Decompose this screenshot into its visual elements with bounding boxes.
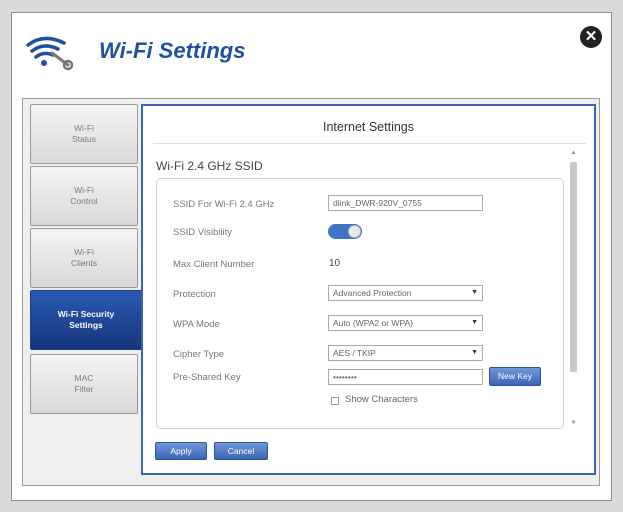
protection-select[interactable]: Advanced Protection ▼ <box>328 285 483 301</box>
sidebar-item-wifi-security-settings[interactable]: Wi-Fi Security Settings <box>30 290 142 350</box>
sidebar-item-wifi-status[interactable]: Wi-Fi Status <box>30 104 138 164</box>
section-title: Wi-Fi 2.4 GHz SSID <box>156 159 263 173</box>
max-client-label: Max Client Number <box>173 259 255 270</box>
cipher-type-label: Cipher Type <box>173 349 225 360</box>
ssid-visibility-toggle[interactable] <box>328 224 362 239</box>
wpa-mode-value: Auto (WPA2 or WPA) <box>333 318 413 328</box>
show-characters-label: Show Characters <box>345 394 418 405</box>
ssid-visibility-label: SSID Visibility <box>173 227 232 238</box>
close-icon[interactable]: ✕ <box>580 26 602 48</box>
protection-label: Protection <box>173 289 216 300</box>
apply-button[interactable]: Apply <box>155 442 207 460</box>
scroll-thumb[interactable] <box>570 162 577 372</box>
pre-shared-key-label: Pre-Shared Key <box>173 372 241 383</box>
sidebar-item-wifi-control[interactable]: Wi-Fi Control <box>30 166 138 226</box>
wpa-mode-label: WPA Mode <box>173 319 220 330</box>
ssid-label: SSID For Wi-Fi 2.4 GHz <box>173 199 275 210</box>
show-characters-checkbox[interactable] <box>331 397 339 405</box>
protection-value: Advanced Protection <box>333 288 412 298</box>
chevron-down-icon: ▼ <box>471 289 478 296</box>
security-settings-panel: Internet Settings Wi-Fi 2.4 GHz SSID ▲ ▼… <box>141 104 596 475</box>
sidebar-item-wifi-clients[interactable]: Wi-Fi Clients <box>30 228 138 288</box>
cancel-button[interactable]: Cancel <box>214 442 268 460</box>
new-key-button[interactable]: New Key <box>489 367 541 386</box>
app-title: Wi-Fi Settings <box>99 38 246 63</box>
scrollbar[interactable]: ▲ ▼ <box>568 150 579 430</box>
title-divider <box>153 143 586 144</box>
cipher-type-value: AES / TKIP <box>333 348 376 358</box>
chevron-down-icon: ▼ <box>471 319 478 326</box>
ssid-settings-box <box>156 178 564 429</box>
chevron-down-icon: ▼ <box>471 349 478 356</box>
max-client-value: 10 <box>329 258 341 269</box>
pre-shared-key-input[interactable]: •••••••• <box>328 369 483 385</box>
wpa-mode-select[interactable]: Auto (WPA2 or WPA) ▼ <box>328 315 483 331</box>
cipher-type-select[interactable]: AES / TKIP ▼ <box>328 345 483 361</box>
wifi-logo-icon <box>26 36 74 71</box>
scroll-down-icon[interactable]: ▼ <box>568 420 579 426</box>
toggle-knob <box>348 225 361 238</box>
scroll-up-icon[interactable]: ▲ <box>568 150 579 156</box>
sidebar-item-mac-filter[interactable]: MAC Filter <box>30 354 138 414</box>
panel-title: Internet Settings <box>322 120 415 134</box>
ssid-input[interactable]: dlink_DWR-920V_0755 <box>328 195 483 211</box>
